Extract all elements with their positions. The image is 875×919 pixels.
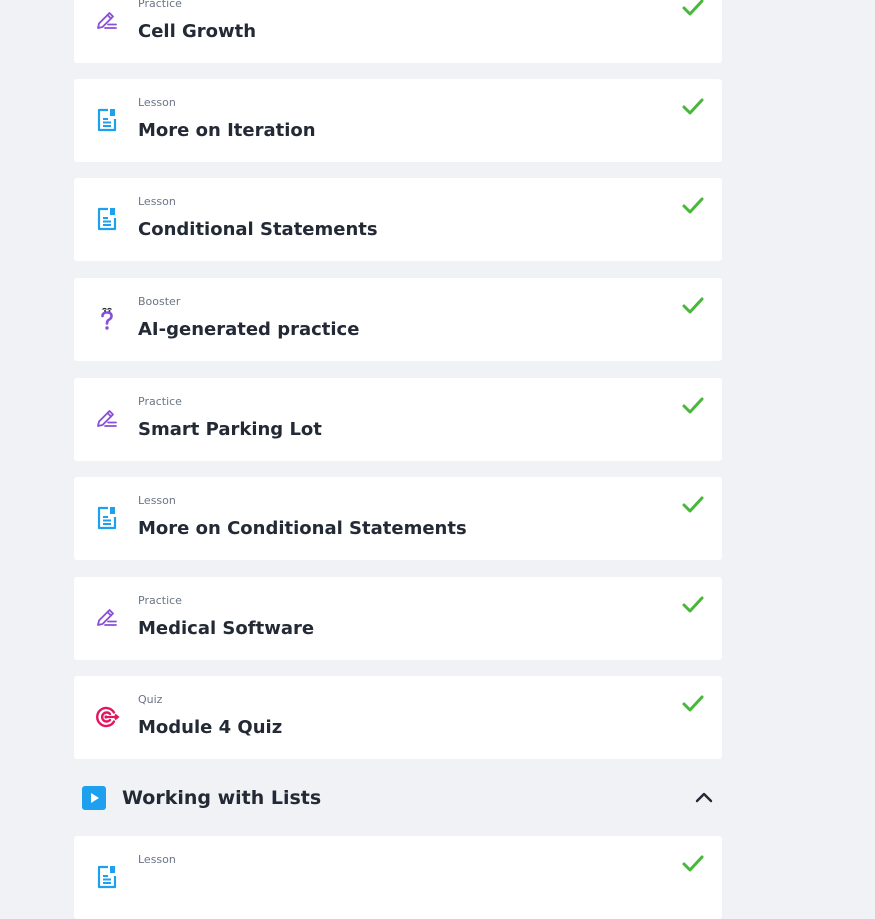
completed-check-icon bbox=[681, 853, 705, 875]
lesson-card-cell-growth[interactable]: Practice Cell Growth bbox=[74, 0, 722, 63]
completed-check-icon bbox=[681, 96, 705, 118]
document-icon bbox=[94, 864, 120, 890]
item-type-label: Practice bbox=[138, 594, 182, 607]
chevron-up-icon[interactable] bbox=[692, 788, 716, 806]
item-type-label: Lesson bbox=[138, 96, 176, 109]
item-type-label: Booster bbox=[138, 295, 181, 308]
lesson-card-conditional-statements[interactable]: Lesson Conditional Statements bbox=[74, 178, 722, 261]
completed-check-icon bbox=[681, 395, 705, 417]
question-mark-icon bbox=[94, 306, 120, 332]
completed-check-icon bbox=[681, 195, 705, 217]
item-title: Medical Software bbox=[138, 618, 315, 639]
completed-check-icon bbox=[681, 0, 705, 19]
item-title: Cell Growth bbox=[138, 21, 257, 42]
completed-check-icon bbox=[681, 594, 705, 616]
target-icon bbox=[94, 704, 120, 730]
item-title: Module 4 Quiz bbox=[138, 717, 283, 738]
pencil-icon bbox=[94, 8, 120, 34]
item-title: More on Conditional Statements bbox=[138, 518, 467, 539]
play-icon bbox=[82, 786, 106, 810]
item-title: More on Iteration bbox=[138, 120, 316, 141]
lesson-card-more-on-conditional-statements[interactable]: Lesson More on Conditional Statements bbox=[74, 477, 722, 560]
item-title: Conditional Statements bbox=[138, 219, 378, 240]
lesson-card-lesson[interactable]: Lesson bbox=[74, 836, 722, 919]
document-icon bbox=[94, 107, 120, 133]
completed-check-icon bbox=[681, 494, 705, 516]
item-type-label: Lesson bbox=[138, 195, 176, 208]
item-type-label: Practice bbox=[138, 395, 182, 408]
pencil-icon bbox=[94, 605, 120, 631]
section-header-working-with-lists[interactable]: Working with Lists bbox=[74, 776, 722, 820]
lesson-card-smart-parking-lot[interactable]: Practice Smart Parking Lot bbox=[74, 378, 722, 461]
completed-check-icon bbox=[681, 295, 705, 317]
item-type-label: Lesson bbox=[138, 853, 176, 866]
lesson-card-medical-software[interactable]: Practice Medical Software bbox=[74, 577, 722, 660]
item-title: Smart Parking Lot bbox=[138, 419, 322, 440]
pencil-icon bbox=[94, 406, 120, 432]
document-icon bbox=[94, 206, 120, 232]
module-item-list: Practice Cell Growth Lesson More on Iterati… bbox=[0, 0, 875, 919]
item-title: AI-generated practice bbox=[138, 319, 360, 340]
completed-check-icon bbox=[681, 693, 705, 715]
lesson-card-module-4-quiz[interactable]: Quiz Module 4 Quiz bbox=[74, 676, 722, 759]
document-icon bbox=[94, 505, 120, 531]
item-type-label: Quiz bbox=[138, 693, 163, 706]
section-title: Working with Lists bbox=[122, 787, 322, 809]
lesson-card-ai-generated-practice[interactable]: Booster AI-generated practice bbox=[74, 278, 722, 361]
item-type-label: Practice bbox=[138, 0, 182, 10]
item-type-label: Lesson bbox=[138, 494, 176, 507]
lesson-card-more-on-iteration[interactable]: Lesson More on Iteration bbox=[74, 79, 722, 162]
